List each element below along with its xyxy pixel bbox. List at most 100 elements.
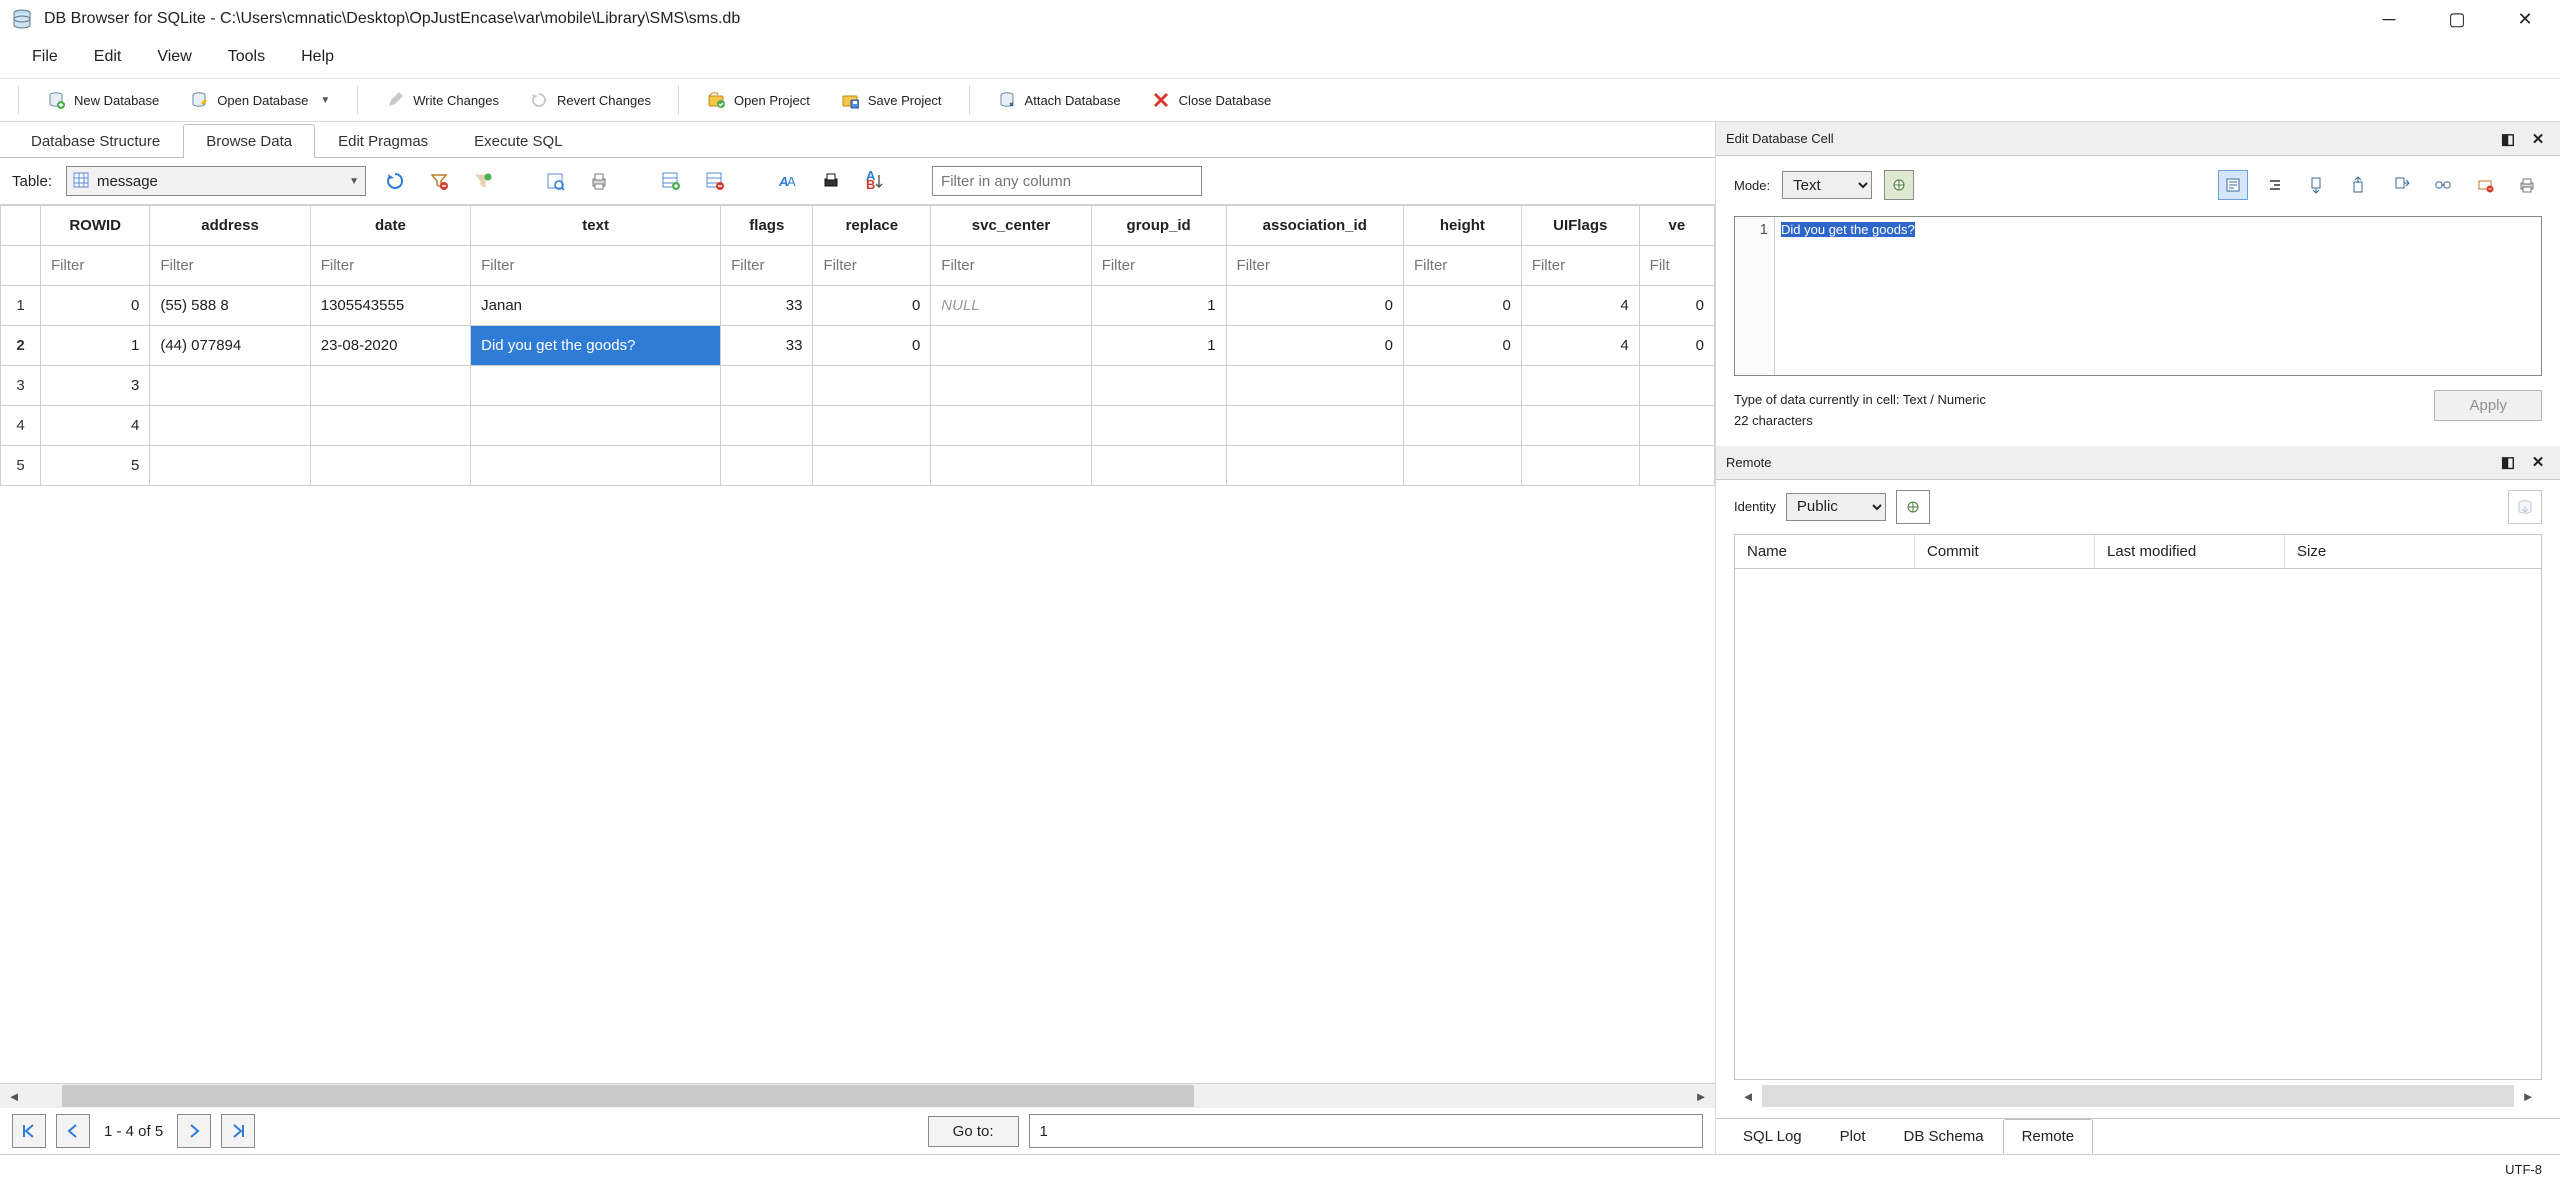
prev-page-button[interactable] xyxy=(56,1114,90,1148)
write-changes-button[interactable]: Write Changes xyxy=(372,85,512,115)
save-project-button[interactable]: Save Project xyxy=(827,85,955,115)
column-filter-input[interactable] xyxy=(1650,257,1704,274)
push-button[interactable] xyxy=(2508,490,2542,524)
scroll-left-icon[interactable]: ◄ xyxy=(0,1089,28,1104)
column-filter-input[interactable] xyxy=(941,257,1080,274)
scroll-left-icon[interactable]: ◄ xyxy=(1734,1089,1762,1104)
add-record-button[interactable] xyxy=(656,166,686,196)
tab-db-schema[interactable]: DB Schema xyxy=(1885,1119,2003,1154)
grid-cell[interactable] xyxy=(150,406,310,446)
revert-changes-button[interactable]: Revert Changes xyxy=(516,85,664,115)
link-cell-button[interactable] xyxy=(2428,170,2458,200)
menu-help[interactable]: Help xyxy=(287,44,348,70)
menu-tools[interactable]: Tools xyxy=(214,44,279,70)
data-grid[interactable]: ROWIDaddressdatetextflagsreplacesvc_cent… xyxy=(0,204,1715,1084)
col-commit[interactable]: Commit xyxy=(1915,535,2095,568)
grid-cell[interactable] xyxy=(471,446,721,486)
row-number[interactable]: 2 xyxy=(1,326,41,366)
grid-cell[interactable] xyxy=(1521,406,1639,446)
grid-cell[interactable]: (55) 588 8 xyxy=(150,286,310,326)
null-cell-button[interactable] xyxy=(2470,170,2500,200)
remote-scrollbar[interactable]: ◄ ► xyxy=(1734,1084,2542,1108)
grid-cell[interactable] xyxy=(1403,406,1521,446)
apply-button[interactable]: Apply xyxy=(2434,390,2542,421)
col-header[interactable]: date xyxy=(310,206,470,246)
grid-cell[interactable] xyxy=(1091,406,1226,446)
column-filter-input[interactable] xyxy=(1414,257,1511,274)
row-number[interactable]: 1 xyxy=(1,286,41,326)
grid-cell[interactable]: 0 xyxy=(1403,286,1521,326)
grid-cell[interactable]: 33 xyxy=(721,326,813,366)
undock-button[interactable]: ◧ xyxy=(2496,450,2520,474)
grid-cell[interactable] xyxy=(310,366,470,406)
grid-cell[interactable] xyxy=(931,326,1091,366)
row-number[interactable]: 4 xyxy=(1,406,41,446)
grid-cell[interactable]: 0 xyxy=(813,326,931,366)
save-filter-button[interactable] xyxy=(468,166,498,196)
grid-cell[interactable] xyxy=(310,446,470,486)
last-page-button[interactable] xyxy=(221,1114,255,1148)
tab-execute-sql[interactable]: Execute SQL xyxy=(451,124,585,158)
grid-cell[interactable]: Did you get the goods? xyxy=(471,326,721,366)
grid-cell[interactable] xyxy=(471,366,721,406)
auto-format-button[interactable] xyxy=(1884,170,1914,200)
col-header[interactable]: ROWID xyxy=(41,206,150,246)
grid-cell[interactable] xyxy=(1091,446,1226,486)
tab-remote[interactable]: Remote xyxy=(2003,1119,2094,1154)
refresh-identity-button[interactable] xyxy=(1896,490,1930,524)
column-filter-input[interactable] xyxy=(481,257,710,274)
table-selector[interactable]: message ▼ xyxy=(66,166,366,196)
maximize-button[interactable]: ▢ xyxy=(2440,2,2474,36)
grid-cell[interactable] xyxy=(813,446,931,486)
col-header[interactable]: svc_center xyxy=(931,206,1091,246)
mode-select[interactable]: Text xyxy=(1782,171,1872,199)
grid-cell[interactable]: 0 xyxy=(1639,326,1714,366)
grid-cell[interactable] xyxy=(931,446,1091,486)
print-button[interactable] xyxy=(584,166,614,196)
col-header[interactable]: text xyxy=(471,206,721,246)
scroll-right-icon[interactable]: ► xyxy=(1687,1089,1715,1104)
column-filter-input[interactable] xyxy=(1532,257,1629,274)
chevron-down-icon[interactable]: ▼ xyxy=(320,95,330,106)
export-cell-button[interactable] xyxy=(2302,170,2332,200)
grid-cell[interactable]: 0 xyxy=(1639,286,1714,326)
cell-editor[interactable]: 1 Did you get the goods? xyxy=(1734,216,2542,376)
save-cell-button[interactable] xyxy=(2386,170,2416,200)
grid-cell[interactable] xyxy=(471,406,721,446)
grid-cell[interactable] xyxy=(1521,366,1639,406)
menu-file[interactable]: File xyxy=(18,44,72,70)
column-filter-input[interactable] xyxy=(1237,257,1393,274)
grid-cell[interactable]: 23-08-2020 xyxy=(310,326,470,366)
col-name[interactable]: Name xyxy=(1735,535,1915,568)
attach-database-button[interactable]: Attach Database xyxy=(984,85,1134,115)
grid-cell[interactable]: 1305543555 xyxy=(310,286,470,326)
grid-cell[interactable] xyxy=(1226,366,1403,406)
grid-cell[interactable]: 0 xyxy=(1226,326,1403,366)
menu-view[interactable]: View xyxy=(143,44,205,70)
print-cell-button[interactable] xyxy=(2512,170,2542,200)
col-modified[interactable]: Last modified xyxy=(2095,535,2285,568)
cell-editor-content[interactable]: Did you get the goods? xyxy=(1775,217,2541,375)
next-page-button[interactable] xyxy=(177,1114,211,1148)
tab-database-structure[interactable]: Database Structure xyxy=(8,124,183,158)
col-header[interactable]: association_id xyxy=(1226,206,1403,246)
grid-cell[interactable]: 1 xyxy=(1091,286,1226,326)
grid-cell[interactable]: (44) 077894 xyxy=(150,326,310,366)
close-database-button[interactable]: Close Database xyxy=(1138,85,1285,115)
column-filter-input[interactable] xyxy=(823,257,920,274)
grid-cell[interactable]: 0 xyxy=(41,286,150,326)
undock-button[interactable]: ◧ xyxy=(2496,127,2520,151)
grid-cell[interactable] xyxy=(1226,446,1403,486)
column-filter-input[interactable] xyxy=(160,257,299,274)
clear-filters-button[interactable] xyxy=(424,166,454,196)
minimize-button[interactable]: ─ xyxy=(2372,2,2406,36)
column-filter-input[interactable] xyxy=(1102,257,1216,274)
grid-cell[interactable] xyxy=(1091,366,1226,406)
grid-cell[interactable]: 3 xyxy=(41,366,150,406)
close-button[interactable]: ✕ xyxy=(2508,2,2542,36)
scrollbar-thumb[interactable] xyxy=(1762,1085,2514,1107)
grid-cell[interactable]: NULL xyxy=(931,286,1091,326)
grid-cell[interactable]: Janan xyxy=(471,286,721,326)
grid-cell[interactable] xyxy=(1639,366,1714,406)
grid-cell[interactable] xyxy=(1403,366,1521,406)
